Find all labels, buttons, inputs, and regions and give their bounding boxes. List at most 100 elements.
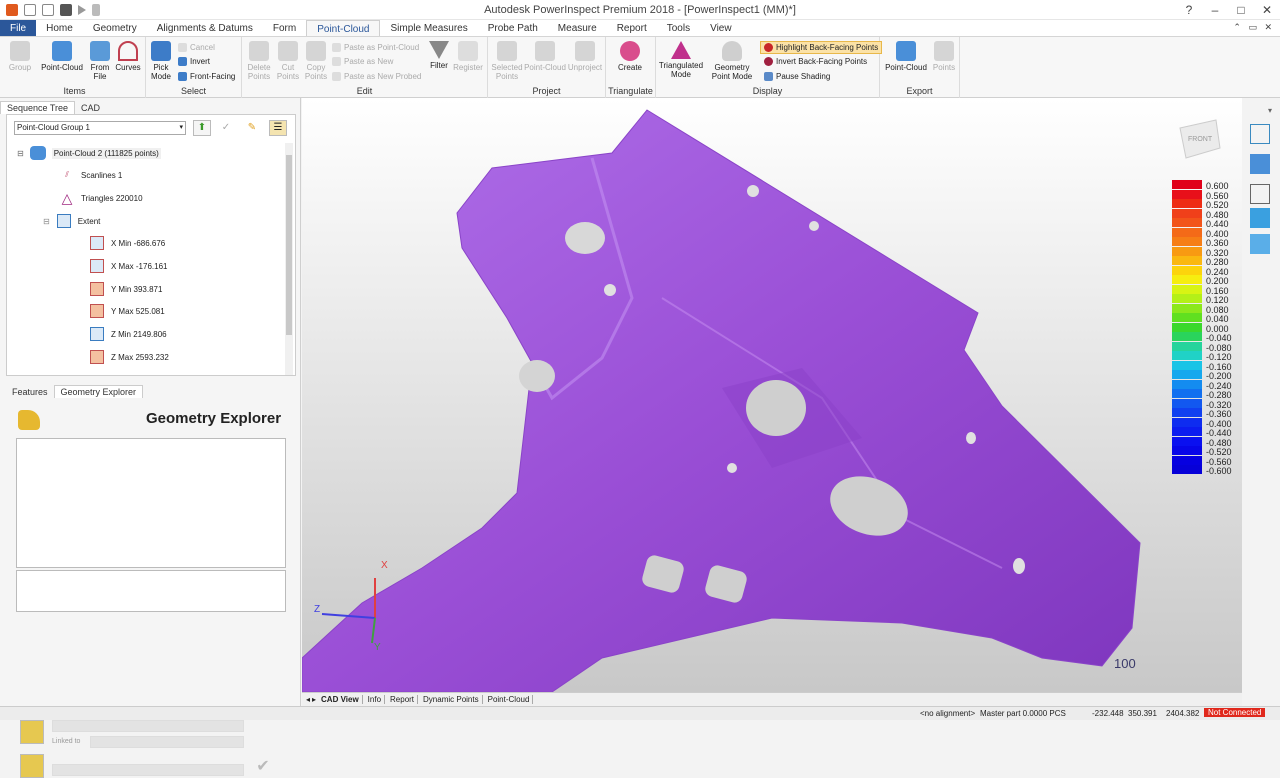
help-icon[interactable]: ?: [1176, 3, 1202, 17]
highlight-back-facing-button[interactable]: Highlight Back-Facing Points: [760, 41, 883, 54]
tab-view[interactable]: View: [700, 20, 742, 36]
tab-point-cloud[interactable]: Point-Cloud: [306, 20, 381, 36]
close-icon[interactable]: ✕: [1254, 3, 1280, 17]
minimize-icon[interactable]: –: [1202, 3, 1228, 17]
tree-item-triangles[interactable]: △ Triangles 220010: [59, 188, 143, 208]
filter-button[interactable]: Filter: [426, 41, 452, 70]
wireframe-view-icon[interactable]: [1250, 184, 1270, 204]
tree-item-scanlines[interactable]: ⫽ Scanlines 1: [59, 165, 122, 185]
tab-features[interactable]: Features: [6, 386, 54, 398]
add-geometry-icon[interactable]: [20, 720, 44, 744]
point-cloud-button[interactable]: Point-Cloud: [40, 41, 84, 72]
ribbon-collapse-controls[interactable]: ⌃ ▭ ✕: [1233, 22, 1272, 33]
run-icon[interactable]: [78, 4, 86, 15]
tab-probe-path[interactable]: Probe Path: [478, 20, 548, 36]
tab-simple-measures[interactable]: Simple Measures: [380, 20, 477, 36]
tab-measure[interactable]: Measure: [548, 20, 607, 36]
geometry-details[interactable]: [16, 570, 286, 612]
tree-item-x-max[interactable]: X Max -176.161: [89, 256, 167, 276]
group-button[interactable]: Group: [6, 41, 34, 72]
new-file-icon[interactable]: [24, 3, 36, 16]
tab-home[interactable]: Home: [36, 20, 83, 36]
paste-as-new-probed-button[interactable]: Paste as New Probed: [332, 71, 421, 82]
scrollbar-thumb[interactable]: [286, 155, 292, 335]
tab-geometry[interactable]: Geometry: [83, 20, 147, 36]
curves-button[interactable]: Curves: [114, 41, 142, 72]
tab-sequence-tree[interactable]: Sequence Tree: [0, 101, 76, 114]
cancel-button[interactable]: Cancel: [178, 42, 215, 53]
tab-scroll-left-icon[interactable]: ◂: [306, 695, 310, 704]
tree-item-z-min[interactable]: Z Min 2149.806: [89, 324, 167, 344]
triangulated-mode-button[interactable]: Triangulated Mode: [658, 41, 704, 79]
tab-form[interactable]: Form: [263, 20, 306, 36]
point-cloud-group-select[interactable]: Point-Cloud Group 1 ▾: [14, 121, 186, 135]
tab-cad[interactable]: CAD: [75, 102, 106, 114]
zoom-extents-icon[interactable]: [1250, 124, 1270, 144]
geometry-list[interactable]: [16, 438, 286, 568]
paste-as-new-button[interactable]: Paste as New: [332, 56, 393, 67]
from-file-button[interactable]: From File: [86, 41, 114, 81]
invert-back-facing-button[interactable]: Invert Back-Facing Points: [764, 56, 867, 67]
edit-geometry-icon[interactable]: [20, 754, 44, 778]
tab-report-view[interactable]: Report: [387, 695, 419, 704]
app-logo-icon[interactable]: [6, 3, 18, 16]
tab-geometry-explorer[interactable]: Geometry Explorer: [53, 385, 144, 398]
shaded-view-icon[interactable]: [1250, 208, 1270, 228]
hole: [604, 284, 616, 296]
collapse-toggle-icon[interactable]: ⊟: [17, 149, 24, 158]
hole: [747, 185, 759, 197]
apply-check-icon[interactable]: ✔: [252, 756, 274, 778]
tab-report[interactable]: Report: [607, 20, 657, 36]
copy-points-button[interactable]: Copy Points: [302, 41, 330, 81]
tree-item-y-min[interactable]: Y Min 393.871: [89, 279, 162, 299]
properties-button[interactable]: ☰: [269, 120, 287, 136]
pause-shading-button[interactable]: Pause Shading: [764, 71, 830, 82]
menu-chevron-icon[interactable]: ▾: [1268, 106, 1272, 115]
side-view-icon[interactable]: [1250, 234, 1270, 254]
save-icon[interactable]: [60, 3, 72, 16]
check-button[interactable]: ✓: [217, 120, 235, 136]
edit-pencil-button[interactable]: ✎: [243, 120, 261, 136]
iso-view-icon[interactable]: [1250, 154, 1270, 174]
tree-scrollbar[interactable]: [285, 143, 293, 375]
selected-points-button[interactable]: Selected Points: [490, 41, 524, 81]
unproject-button[interactable]: Unproject: [566, 41, 604, 72]
legend-value: -0.480: [1206, 437, 1232, 448]
tab-cad-view[interactable]: CAD View: [318, 695, 363, 704]
linked-to-select[interactable]: [90, 736, 244, 748]
point-cloud-part[interactable]: [302, 109, 1141, 692]
tab-scroll-right-icon[interactable]: ▸: [312, 695, 316, 704]
cut-points-button[interactable]: Cut Points: [274, 41, 302, 81]
view-cube[interactable]: FRONT: [1179, 119, 1221, 159]
tree-item-point-cloud[interactable]: ⊟ Point-Cloud 2 (111825 points): [17, 143, 161, 163]
tree-item-x-min[interactable]: X Min -686.676: [89, 233, 165, 253]
geometry-point-mode-button[interactable]: Geometry Point Mode: [706, 41, 758, 81]
collapse-toggle-icon[interactable]: ⊟: [43, 217, 50, 226]
invert-button[interactable]: Invert: [178, 56, 210, 67]
tab-tools[interactable]: Tools: [657, 20, 700, 36]
export-points-button[interactable]: Points: [930, 41, 958, 72]
move-up-button[interactable]: ⬆: [193, 120, 211, 136]
paste-as-point-cloud-button[interactable]: Paste as Point-Cloud: [332, 42, 419, 53]
tab-file[interactable]: File: [0, 20, 37, 36]
maximize-icon[interactable]: □: [1228, 3, 1254, 17]
delete-points-button[interactable]: Delete Points: [244, 41, 274, 81]
tab-point-cloud-view[interactable]: Point-Cloud: [485, 695, 534, 704]
tab-info[interactable]: Info: [365, 695, 386, 704]
tab-dynamic-points[interactable]: Dynamic Points: [420, 695, 483, 704]
export-point-cloud-button[interactable]: Point-Cloud: [884, 41, 928, 72]
step-icon[interactable]: [92, 3, 100, 16]
geometry-type-select[interactable]: [52, 720, 244, 732]
geometry-name-field[interactable]: [52, 764, 244, 776]
open-folder-icon[interactable]: [42, 3, 54, 16]
tree-item-extent[interactable]: ⊟ Extent: [43, 211, 100, 231]
front-facing-button[interactable]: Front-Facing: [178, 71, 235, 82]
cad-viewport[interactable]: X Z Y 100 FRONT: [302, 98, 1242, 692]
create-button[interactable]: Create: [610, 41, 650, 72]
tab-alignments[interactable]: Alignments & Datums: [147, 20, 263, 36]
tree-item-z-max[interactable]: Z Max 2593.232: [89, 347, 169, 367]
pick-mode-button[interactable]: Pick Mode: [148, 41, 174, 81]
register-button[interactable]: Register: [452, 41, 484, 72]
tree-item-y-max[interactable]: Y Max 525.081: [89, 301, 165, 321]
project-point-cloud-button[interactable]: Point-Cloud: [524, 41, 566, 72]
